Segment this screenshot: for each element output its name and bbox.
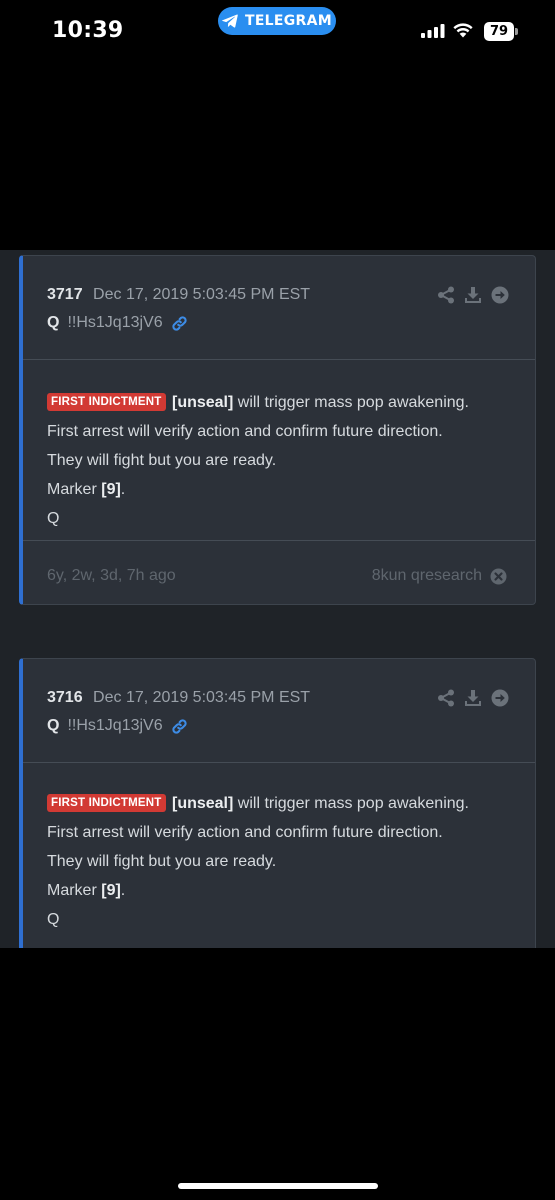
share-icon[interactable] [437, 689, 455, 707]
body-line-1: will trigger mass pop awakening. [233, 394, 469, 411]
post-number: 3717 [47, 286, 83, 303]
post-tripcode: !!Hs1Jq13jV6 [67, 314, 163, 331]
arrow-right-circle-icon[interactable] [491, 689, 509, 707]
post-card: 3716 Dec 17, 2019 5:03:45 PM EST Q !!Hs1… [19, 658, 536, 948]
battery-level: 79 [484, 22, 514, 41]
post-header: 3716 Dec 17, 2019 5:03:45 PM EST Q !!Hs1… [23, 659, 535, 763]
unseal-text: [unseal] [171, 795, 234, 812]
source-label: 8kun qresearch [371, 567, 482, 584]
body-line-3: They will fight but you are ready. [47, 853, 277, 870]
post-body: FIRST INDICTMENT [unseal] will trigger m… [47, 388, 527, 533]
marker-value: [9] [101, 481, 121, 498]
download-icon[interactable] [464, 689, 482, 707]
post-signature: Q [47, 911, 60, 928]
signal-icon [421, 24, 445, 38]
download-icon[interactable] [464, 286, 482, 304]
arrow-right-circle-icon[interactable] [491, 286, 509, 304]
post-date: Dec 17, 2019 5:03:45 PM EST [93, 689, 311, 706]
telegram-return-pill[interactable]: TELEGRAM [218, 7, 336, 35]
battery-icon: 79 [484, 22, 518, 41]
close-circle-icon[interactable] [490, 568, 507, 585]
indictment-badge: FIRST INDICTMENT [47, 393, 166, 411]
body-line-2: First arrest will verify action and conf… [47, 824, 443, 841]
link-icon[interactable] [171, 718, 188, 735]
marker-label: Marker [47, 481, 102, 498]
home-indicator[interactable] [178, 1183, 378, 1189]
body-line-2: First arrest will verify action and conf… [47, 423, 443, 440]
unseal-text: [unseal] [171, 394, 234, 411]
post-actions [437, 689, 509, 707]
post-header: 3717 Dec 17, 2019 5:03:45 PM EST Q !!Hs1… [23, 256, 535, 360]
post-card: 3717 Dec 17, 2019 5:03:45 PM EST Q !!Hs1… [19, 255, 536, 605]
status-time: 10:39 [52, 18, 124, 43]
marker-value: [9] [101, 882, 121, 899]
post-number: 3716 [47, 689, 83, 706]
status-bar: 10:39 TELEGRAM 79 [0, 0, 555, 60]
body-line-3: They will fight but you are ready. [47, 452, 277, 469]
marker-label: Marker [47, 882, 102, 899]
post-source: 8kun qresearch [372, 567, 507, 585]
pill-label: TELEGRAM [244, 13, 333, 29]
body-line-1: will trigger mass pop awakening. [233, 795, 469, 812]
post-author: Q [47, 717, 60, 734]
post-tripcode: !!Hs1Jq13jV6 [67, 717, 163, 734]
post-feed[interactable]: 3717 Dec 17, 2019 5:03:45 PM EST Q !!Hs1… [0, 250, 555, 948]
telegram-icon [222, 14, 238, 28]
share-icon[interactable] [437, 286, 455, 304]
post-signature: Q [47, 510, 60, 527]
post-age: 6y, 2w, 3d, 7h ago [47, 567, 176, 584]
post-author: Q [47, 314, 60, 331]
link-icon[interactable] [171, 315, 188, 332]
post-footer: 6y, 2w, 3d, 7h ago 8kun qresearch [23, 540, 535, 604]
post-date: Dec 17, 2019 5:03:45 PM EST [93, 286, 311, 303]
post-body: FIRST INDICTMENT [unseal] will trigger m… [47, 789, 527, 934]
post-actions [437, 286, 509, 304]
indictment-badge: FIRST INDICTMENT [47, 794, 166, 812]
wifi-icon [453, 23, 473, 38]
